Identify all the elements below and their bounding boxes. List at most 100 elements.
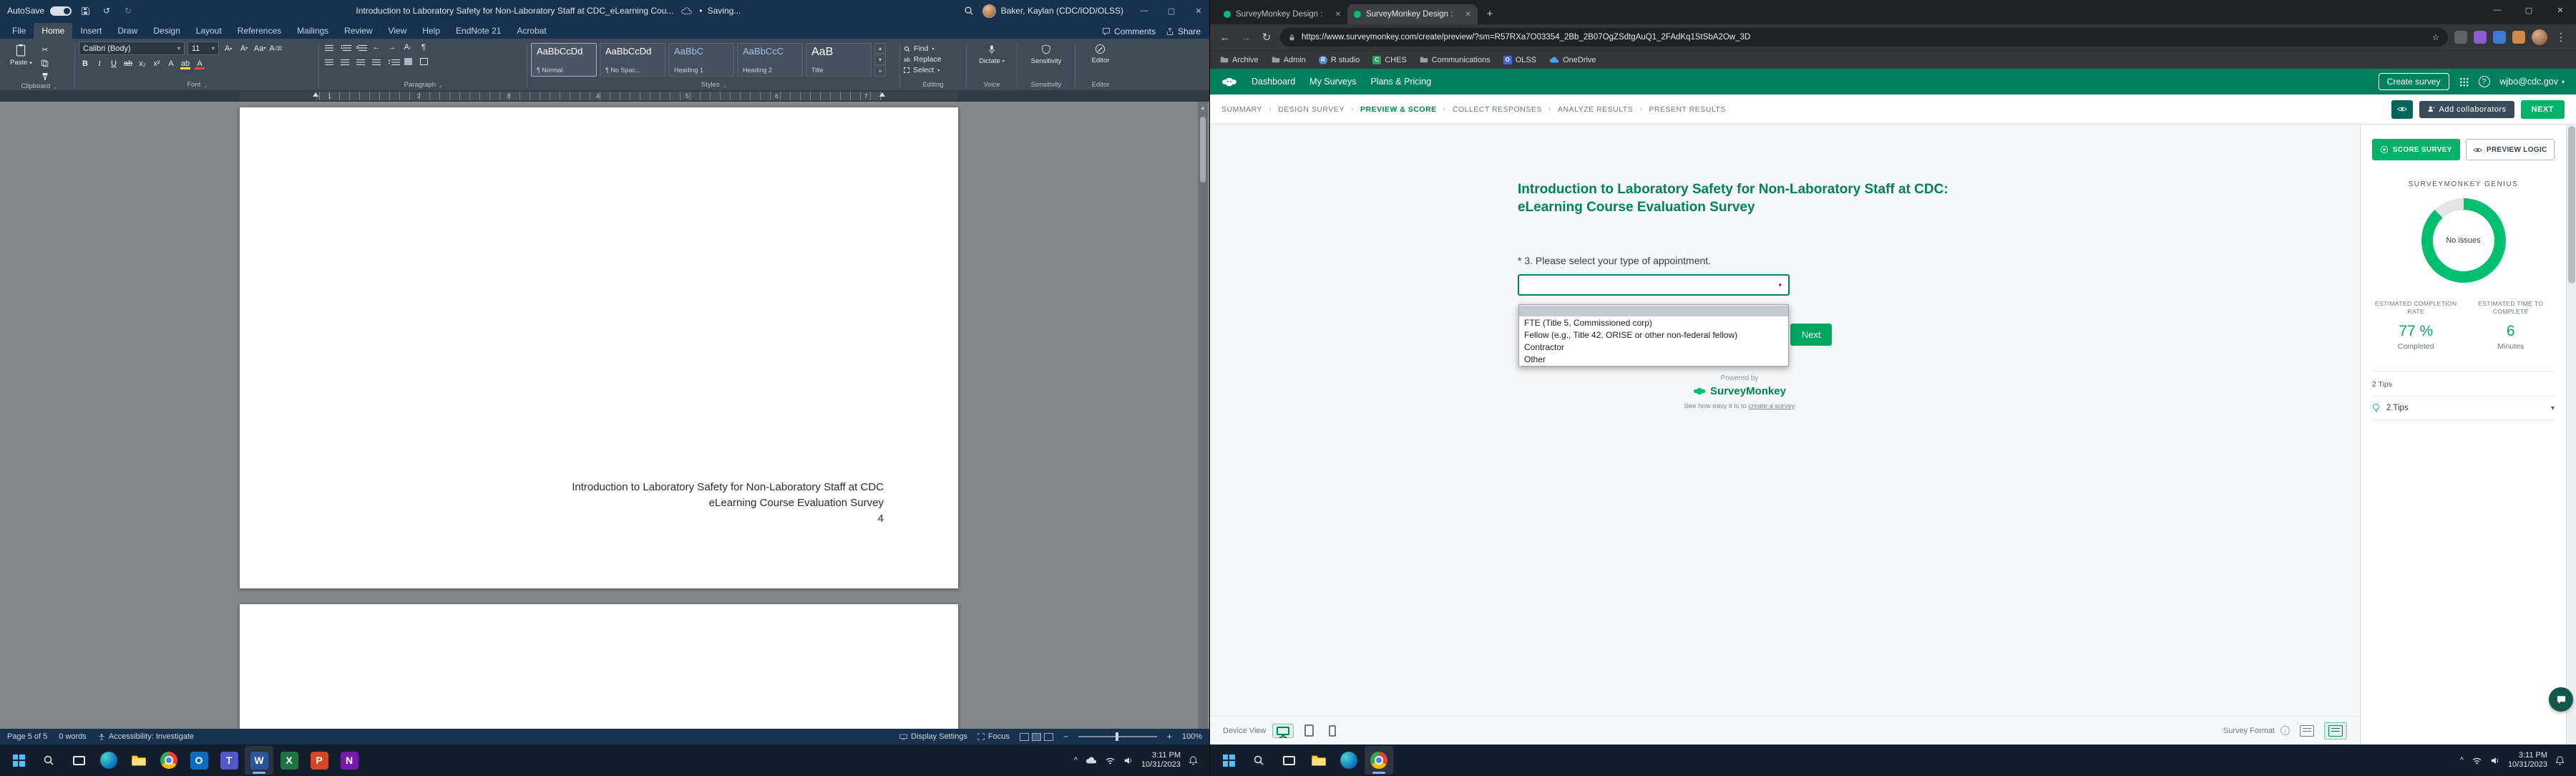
help-icon[interactable]: ? <box>2479 76 2490 87</box>
taskbar-excel[interactable]: X <box>275 746 303 775</box>
account-menu[interactable]: wjbo@cdc.gov ▾ <box>2500 77 2565 87</box>
tips-accordion[interactable]: 2 Tips ▾ <box>2372 396 2555 420</box>
volume-icon[interactable] <box>2490 757 2500 765</box>
taskbar-clock[interactable]: 3:11 PM 10/31/2023 <box>1141 751 1181 770</box>
one-question-format-button[interactable] <box>2296 722 2318 739</box>
page-indicator[interactable]: Page 5 of 5 <box>7 732 47 741</box>
tab-insert[interactable]: Insert <box>72 23 109 39</box>
format-painter-button[interactable] <box>39 71 52 82</box>
document-page-5[interactable]: Introduction to Laboratory Safety for No… <box>240 107 958 588</box>
share-button[interactable]: Share <box>1166 26 1201 37</box>
styles-scroll-down[interactable]: ▾ <box>874 54 886 65</box>
new-tab-button[interactable]: + <box>1480 4 1499 23</box>
strikethrough-button[interactable]: ab <box>122 58 135 69</box>
tab-close-icon[interactable]: ✕ <box>1465 11 1471 19</box>
underline-button[interactable]: U <box>107 58 120 69</box>
create-a-survey-link[interactable]: create a survey <box>1748 402 1795 410</box>
bookmark-communications[interactable]: Communications <box>1420 56 1491 64</box>
styles-scroll-up[interactable]: ▴ <box>874 43 886 54</box>
taskbar-file-explorer[interactable] <box>125 746 153 775</box>
font-name-combobox[interactable]: Calibri (Body)▾ <box>79 42 185 55</box>
nav-plans-pricing[interactable]: Plans & Pricing <box>1370 77 1431 87</box>
tray-expand-chevron[interactable]: ^ <box>1074 756 1078 765</box>
tab-file[interactable]: File <box>4 23 34 39</box>
indent-marker[interactable] <box>879 92 885 97</box>
taskbar-file-explorer[interactable] <box>1304 746 1333 775</box>
superscript-button[interactable]: x² <box>150 58 163 69</box>
print-layout-button[interactable] <box>1032 733 1041 741</box>
minimize-button[interactable]: — <box>2482 0 2513 20</box>
change-case-button[interactable]: Aa▾ <box>253 43 266 54</box>
font-color-button[interactable]: A <box>193 58 206 69</box>
font-size-combobox[interactable]: 11▾ <box>187 42 219 55</box>
start-button[interactable] <box>1214 746 1243 775</box>
increase-indent-button[interactable]: → <box>386 42 399 53</box>
taskbar-edge[interactable] <box>94 746 123 775</box>
task-view-button[interactable] <box>64 746 93 775</box>
step-collect-responses[interactable]: COLLECT RESPONSES <box>1453 105 1542 114</box>
bookmark-archive[interactable]: Archive <box>1220 56 1259 64</box>
surveymonkey-wordmark[interactable]: SurveyMonkey <box>1710 385 1786 397</box>
tab-references[interactable]: References <box>230 23 289 39</box>
bookmark-olss[interactable]: OOLSS <box>1503 56 1536 64</box>
nav-dashboard[interactable]: Dashboard <box>1252 77 1295 87</box>
redo-icon[interactable]: ↻ <box>120 3 136 19</box>
step-present-results[interactable]: PRESENT RESULTS <box>1649 105 1725 114</box>
maximize-button[interactable]: ▢ <box>1161 0 1182 21</box>
page-scrollbar-thumb[interactable] <box>2568 126 2575 283</box>
bookmark-star-icon[interactable]: ☆ <box>2432 32 2439 42</box>
justify-button[interactable] <box>370 56 383 67</box>
replace-button[interactable]: abReplace <box>904 55 941 64</box>
notification-bell-icon[interactable] <box>1189 756 1198 765</box>
reload-button[interactable]: ↻ <box>1259 31 1274 44</box>
taskbar-edge[interactable] <box>1335 746 1363 775</box>
borders-button[interactable] <box>417 56 430 67</box>
decrease-indent-button[interactable]: ← <box>370 42 383 53</box>
volume-icon[interactable] <box>1123 757 1133 765</box>
bookmark-ches[interactable]: CCHES <box>1372 56 1407 64</box>
tab-endnote[interactable]: EndNote 21 <box>448 23 509 39</box>
dialog-launcher-icon[interactable]: ⌟ <box>439 82 441 88</box>
tray-expand-chevron[interactable]: ^ <box>2460 756 2464 765</box>
taskbar-search-button[interactable] <box>1244 746 1273 775</box>
document-scrollbar[interactable]: ▴ <box>1198 102 1208 729</box>
line-spacing-button[interactable]: ↕ <box>386 56 399 67</box>
taskbar-clock[interactable]: 3:11 PM 10/31/2023 <box>2508 751 2547 770</box>
zoom-in-button[interactable]: + <box>1167 732 1172 741</box>
zoom-slider-thumb[interactable] <box>1116 732 1118 741</box>
tab-home[interactable]: Home <box>34 23 72 39</box>
zoom-level[interactable]: 100% <box>1182 732 1202 741</box>
highlight-color-button[interactable]: ab <box>179 58 192 69</box>
sort-button[interactable]: A↓ <box>401 42 414 53</box>
nav-my-surveys[interactable]: My Surveys <box>1309 77 1356 87</box>
clear-formatting-button[interactable]: A⌫ <box>269 43 282 54</box>
preview-eye-button[interactable] <box>2391 100 2413 119</box>
style-heading2[interactable]: AaBbCcCHeading 2 <box>737 43 803 77</box>
scrolling-format-button[interactable] <box>2324 722 2347 739</box>
dropdown-option-other[interactable]: Other <box>1519 353 1788 365</box>
scrollbar-thumb[interactable] <box>1200 117 1206 183</box>
tab-design[interactable]: Design <box>145 23 187 39</box>
taskbar-teams[interactable]: T <box>215 746 243 775</box>
sensitivity-button[interactable]: Sensitivity <box>1028 42 1065 67</box>
browser-tab-2-active[interactable]: SurveyMonkey Design : ✕ <box>1347 4 1478 24</box>
multilevel-list-button[interactable]: a <box>354 42 367 53</box>
minimize-button[interactable]: — <box>1133 0 1155 21</box>
document-page-next[interactable] <box>240 604 958 729</box>
profile-avatar[interactable] <box>2532 29 2547 45</box>
zoom-slider[interactable] <box>1078 736 1157 737</box>
show-paragraph-marks-button[interactable]: ¶ <box>417 42 430 53</box>
accessibility-status[interactable]: Accessibility: Investigate <box>98 732 194 741</box>
copy-button[interactable] <box>39 57 52 69</box>
task-view-button[interactable] <box>1274 746 1303 775</box>
comments-button[interactable]: Comments <box>1102 26 1156 37</box>
read-mode-button[interactable] <box>1020 733 1029 741</box>
tab-review[interactable]: Review <box>336 23 380 39</box>
extension-icon[interactable] <box>2454 31 2467 44</box>
taskbar-word[interactable]: W <box>245 746 273 775</box>
close-button[interactable]: ✕ <box>2545 0 2576 20</box>
page-scrollbar[interactable] <box>2566 125 2576 745</box>
scroll-up-arrow[interactable]: ▴ <box>1201 102 1205 114</box>
extension-icon[interactable] <box>2512 31 2525 44</box>
focus-button[interactable]: Focus <box>977 732 1010 741</box>
